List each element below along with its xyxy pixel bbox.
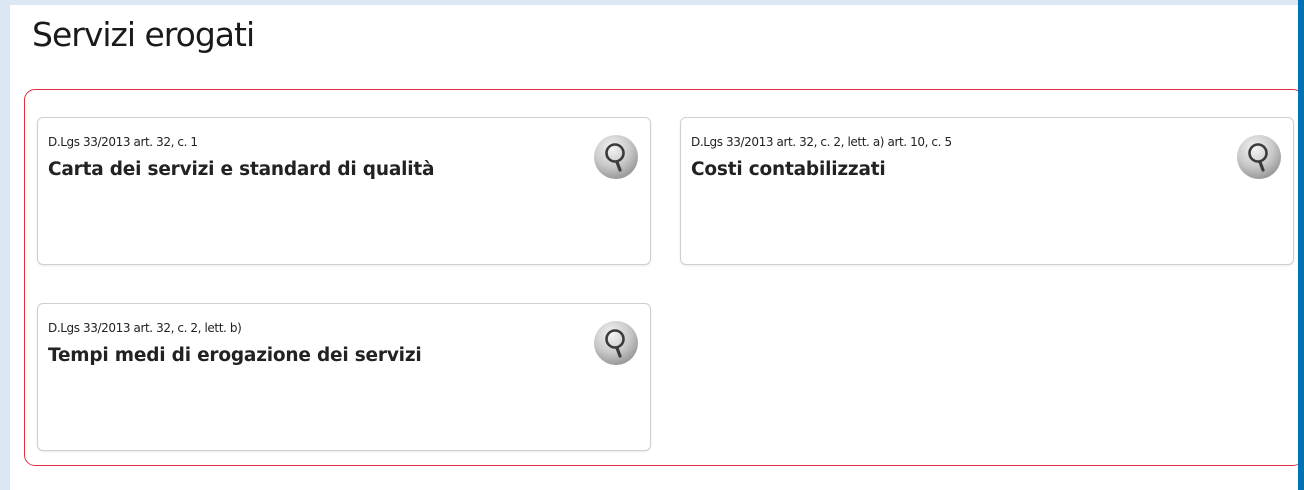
card-reference: D.Lgs 33/2013 art. 32, c. 2, lett. b)	[48, 321, 242, 335]
magnifier-icon[interactable]	[592, 133, 640, 181]
card-carta-dei-servizi[interactable]: D.Lgs 33/2013 art. 32, c. 1 Carta dei se…	[37, 117, 651, 265]
card-reference: D.Lgs 33/2013 art. 32, c. 1	[48, 135, 198, 149]
right-accent-bar	[1298, 0, 1304, 490]
card-costi-contabilizzati[interactable]: D.Lgs 33/2013 art. 32, c. 2, lett. a) ar…	[680, 117, 1294, 265]
card-tempi-medi[interactable]: D.Lgs 33/2013 art. 32, c. 2, lett. b) Te…	[37, 303, 651, 451]
content-area: Servizi erogati D.Lgs 33/2013 art. 32, c…	[10, 5, 1304, 490]
services-section: D.Lgs 33/2013 art. 32, c. 1 Carta dei se…	[24, 89, 1304, 466]
magnifier-icon[interactable]	[1235, 133, 1283, 181]
card-title[interactable]: Costi contabilizzati	[691, 159, 886, 180]
page-title: Servizi erogati	[32, 15, 255, 54]
card-reference: D.Lgs 33/2013 art. 32, c. 2, lett. a) ar…	[691, 135, 952, 149]
card-title[interactable]: Carta dei servizi e standard di qualità	[48, 159, 435, 180]
magnifier-icon[interactable]	[592, 319, 640, 367]
card-title[interactable]: Tempi medi di erogazione dei servizi	[48, 345, 422, 366]
